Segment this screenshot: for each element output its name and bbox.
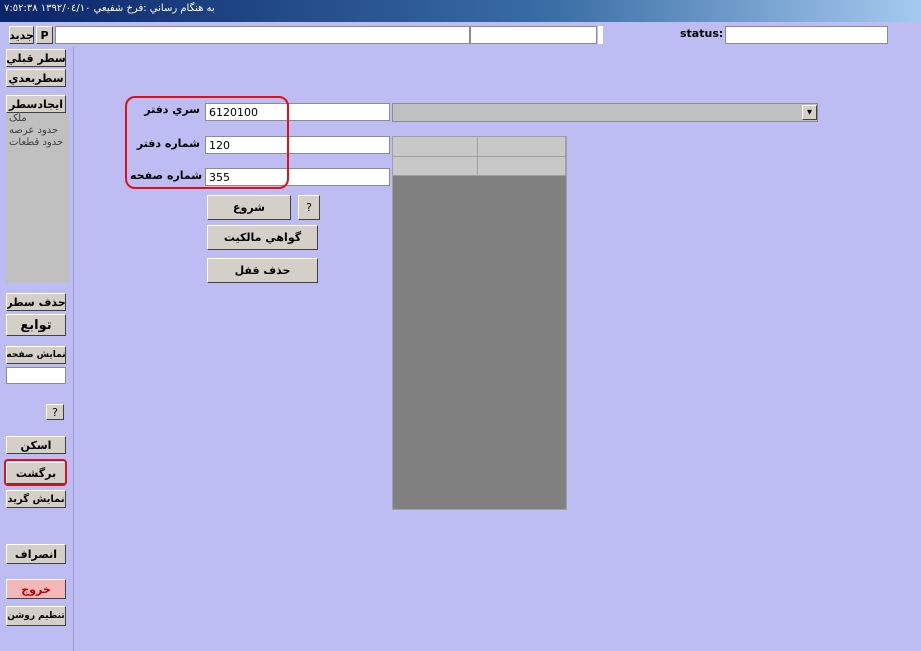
- prev-row-button[interactable]: سطر قبلي: [6, 49, 66, 67]
- start-button[interactable]: شروع: [207, 195, 291, 220]
- status-label: status:: [680, 27, 724, 40]
- page-field[interactable]: [6, 367, 66, 384]
- ownership-certificate-button[interactable]: گواهي مالکيت: [207, 225, 318, 250]
- grid-cell[interactable]: [393, 157, 478, 176]
- top-field-2[interactable]: [470, 26, 597, 44]
- show-page-button[interactable]: نمايش صفحه: [6, 346, 66, 364]
- next-row-button[interactable]: سطربعدي: [6, 69, 66, 87]
- form-highlight: [125, 96, 289, 189]
- list-item[interactable]: حدود قطعات: [6, 137, 69, 149]
- help-button[interactable]: ?: [298, 195, 320, 220]
- sidebar-help-button[interactable]: ?: [46, 404, 64, 420]
- title-bar: به هنگام رساني :فرخ شفيعي ١٣٩٢/٠٤/١٠ ٧:٥…: [0, 0, 921, 22]
- main-dropdown[interactable]: [392, 103, 818, 122]
- grid-cell[interactable]: [478, 157, 566, 176]
- top-field-1[interactable]: [55, 26, 470, 44]
- show-grid-button[interactable]: نمايش گريد: [6, 490, 66, 508]
- sidebar-list[interactable]: ملک حدود عرصه حدود قطعات: [6, 113, 69, 283]
- data-grid[interactable]: [392, 136, 567, 510]
- new-button[interactable]: جديد: [9, 26, 34, 44]
- remove-lock-button[interactable]: حذف قفل: [207, 258, 318, 283]
- list-item[interactable]: حدود عرصه: [6, 125, 69, 137]
- grid-cell[interactable]: [393, 137, 478, 157]
- return-highlight: [4, 459, 67, 486]
- status-spacer: [598, 26, 603, 44]
- brightness-button[interactable]: تنظيم روشن: [6, 606, 66, 626]
- cancel-button[interactable]: انصراف: [6, 544, 66, 564]
- list-item[interactable]: ملک: [6, 113, 69, 125]
- grid-cell[interactable]: [478, 137, 566, 157]
- exit-button[interactable]: خروج: [6, 579, 66, 599]
- functions-button[interactable]: توابع: [6, 314, 66, 336]
- chevron-down-icon[interactable]: ▾: [802, 105, 817, 120]
- delete-row-button[interactable]: حذف سطر: [6, 293, 66, 311]
- create-row-button[interactable]: ايجادسطر: [6, 95, 66, 113]
- window-title: به هنگام رساني :فرخ شفيعي ١٣٩٢/٠٤/١٠ ٧:٥…: [4, 3, 215, 14]
- scan-button[interactable]: اسکن: [6, 436, 66, 454]
- p-button[interactable]: P: [36, 26, 53, 44]
- status-field[interactable]: [725, 26, 888, 44]
